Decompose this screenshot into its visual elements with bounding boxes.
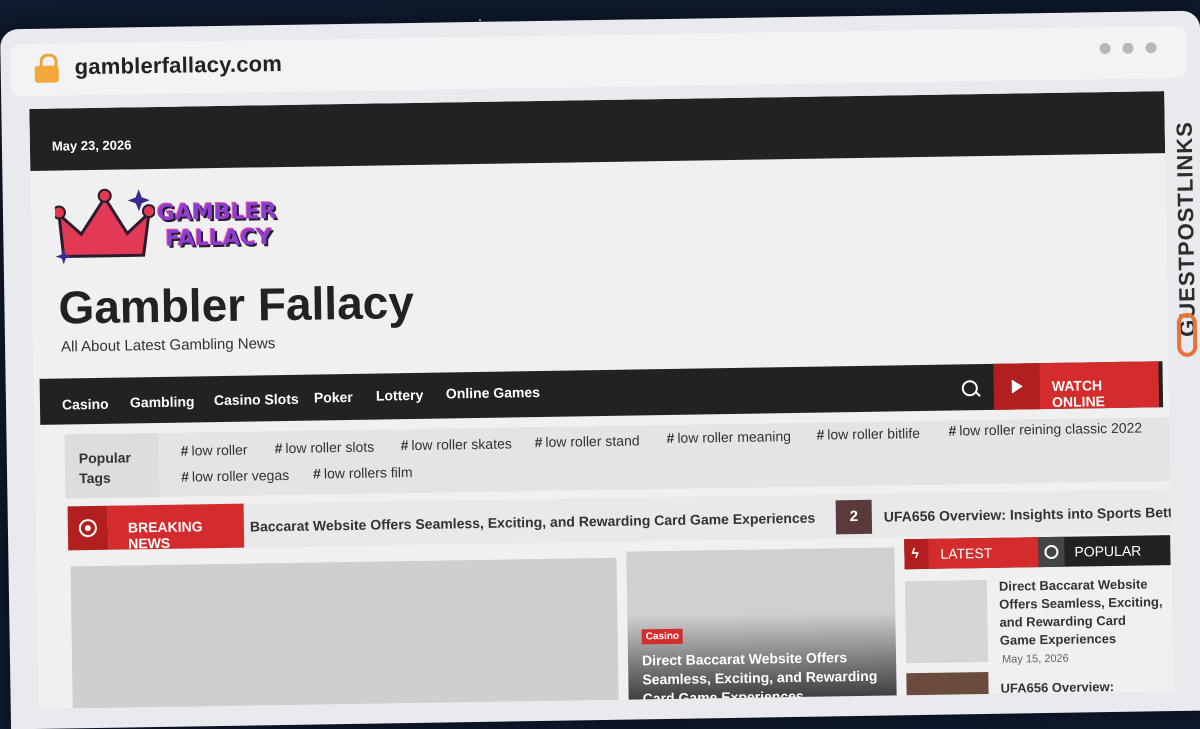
tag-text: low roller stand bbox=[545, 432, 640, 450]
lock-icon bbox=[34, 53, 60, 83]
window-controls bbox=[1087, 40, 1157, 59]
breaking-news-label: BREAKING NEWS bbox=[127, 518, 203, 552]
nav-item-gambling[interactable]: Gambling bbox=[130, 393, 195, 410]
tag-text: low roller skates bbox=[411, 435, 512, 454]
tag-link[interactable]: # low roller bitlife bbox=[816, 425, 920, 443]
site-title[interactable]: Gambler Fallacy bbox=[58, 275, 414, 335]
sidebar-post-thumb[interactable] bbox=[906, 671, 989, 709]
popular-tags-label-box: Popular Tags bbox=[64, 432, 160, 499]
nav-item-poker[interactable]: Poker bbox=[314, 389, 353, 406]
search-icon[interactable] bbox=[961, 380, 978, 397]
tag-link[interactable]: # low roller meaning bbox=[666, 428, 791, 446]
nav-item-casino-slots[interactable]: Casino Slots bbox=[214, 391, 299, 408]
url-text[interactable]: gamblerfallacy.com bbox=[74, 51, 282, 80]
logo-wordmark: GAMBLER FALLACY bbox=[157, 199, 278, 253]
tag-link[interactable]: # low roller bbox=[181, 442, 248, 459]
tag-text: low roller bitlife bbox=[827, 425, 921, 443]
window-dot-icon[interactable] bbox=[1099, 42, 1111, 55]
nav-item-lottery[interactable]: Lottery bbox=[376, 387, 424, 404]
lightning-icon bbox=[904, 538, 929, 570]
popular-tags-label: Popular Tags bbox=[78, 449, 132, 487]
top-bar: May 23, 2026 bbox=[29, 91, 1166, 171]
tag-link[interactable]: # low roller reining classic 2022 bbox=[948, 420, 1142, 439]
crown-logo-icon bbox=[54, 188, 156, 265]
tag-text: low roller reining classic 2022 bbox=[959, 419, 1143, 439]
tag-link[interactable]: # low rollers film bbox=[313, 464, 413, 482]
tag-link[interactable]: # low roller vegas bbox=[181, 467, 289, 485]
tag-text: low roller bbox=[191, 441, 248, 459]
watch-online-button[interactable]: WATCH ONLINE bbox=[993, 361, 1160, 410]
featured-side-card[interactable]: Casino Direct Baccarat Website Offers Se… bbox=[626, 547, 897, 709]
breaking-icon-box bbox=[67, 505, 109, 551]
logo-line-2: FALLACY bbox=[165, 225, 273, 252]
breaking-news-label-box: BREAKING NEWS bbox=[107, 503, 245, 552]
breaking-headline-link-2[interactable]: UFA656 Overview: Insights into Sports Be… bbox=[884, 504, 1171, 525]
breaking-headline-link[interactable]: Baccarat Website Offers Seamless, Exciti… bbox=[250, 510, 816, 535]
tag-text: low rollers film bbox=[323, 464, 413, 482]
window-dot-icon[interactable] bbox=[1145, 42, 1157, 54]
sidebar-post-title[interactable]: UFA656 Overview: Insights bbox=[1000, 677, 1166, 709]
tab-popular[interactable]: POPULAR bbox=[1038, 535, 1170, 568]
sidebar-post-title[interactable]: Direct Baccarat Website Offers Seamless,… bbox=[999, 575, 1165, 650]
featured-side-title[interactable]: Direct Baccarat Website Offers Seamless,… bbox=[642, 648, 888, 709]
site-tagline: All About Latest Gambling News bbox=[60, 335, 276, 356]
tag-text: low roller slots bbox=[285, 438, 375, 456]
main-nav: Casino Gambling Casino Slots Poker Lotte… bbox=[39, 361, 1164, 425]
window-dot-icon[interactable] bbox=[1122, 42, 1134, 54]
tab-latest[interactable]: LATEST bbox=[904, 537, 1039, 570]
logo-line-1: GAMBLER bbox=[156, 199, 277, 226]
watch-online-label: WATCH ONLINE bbox=[1051, 377, 1106, 410]
popular-tags-bar: Popular Tags # low roller # low roller slo… bbox=[64, 417, 1171, 499]
nav-item-casino[interactable]: Casino bbox=[62, 396, 109, 413]
breaking-thumb-number[interactable]: 2 bbox=[835, 499, 873, 535]
current-date: May 23, 2026 bbox=[51, 137, 132, 154]
record-icon bbox=[78, 518, 98, 538]
play-box bbox=[993, 363, 1041, 410]
watermark-text: GUESTPOSTLINKS bbox=[1171, 120, 1200, 338]
tab-popular-label: POPULAR bbox=[1074, 542, 1142, 560]
tag-link[interactable]: # low roller stand bbox=[534, 432, 639, 450]
clock-icon bbox=[1038, 536, 1065, 568]
nav-item-online-games[interactable]: Online Games bbox=[446, 384, 540, 401]
web-page: May 23, 2026 GAMBLER FALLACY Gambler Fal… bbox=[29, 91, 1174, 709]
link-icon bbox=[1176, 312, 1198, 357]
address-bar[interactable]: gamblerfallacy.com bbox=[10, 25, 1187, 97]
sidebar-tabs: LATEST POPULAR bbox=[904, 535, 1171, 570]
tab-latest-label: LATEST bbox=[940, 544, 993, 562]
play-icon bbox=[1011, 379, 1023, 394]
browser-window: gamblerfallacy.com May 23, 2026 GAMBLER … bbox=[0, 10, 1200, 729]
category-badge[interactable]: Casino bbox=[641, 628, 684, 645]
sidebar-post-thumb[interactable] bbox=[904, 579, 989, 664]
tag-link[interactable]: # low roller slots bbox=[275, 439, 375, 457]
tag-text: low roller meaning bbox=[677, 428, 792, 446]
featured-main-image[interactable] bbox=[70, 557, 619, 709]
sidebar-post-date: May 15, 2026 bbox=[1002, 652, 1069, 666]
tag-text: low roller vegas bbox=[191, 466, 290, 485]
tag-link[interactable]: # low roller skates bbox=[401, 435, 512, 453]
